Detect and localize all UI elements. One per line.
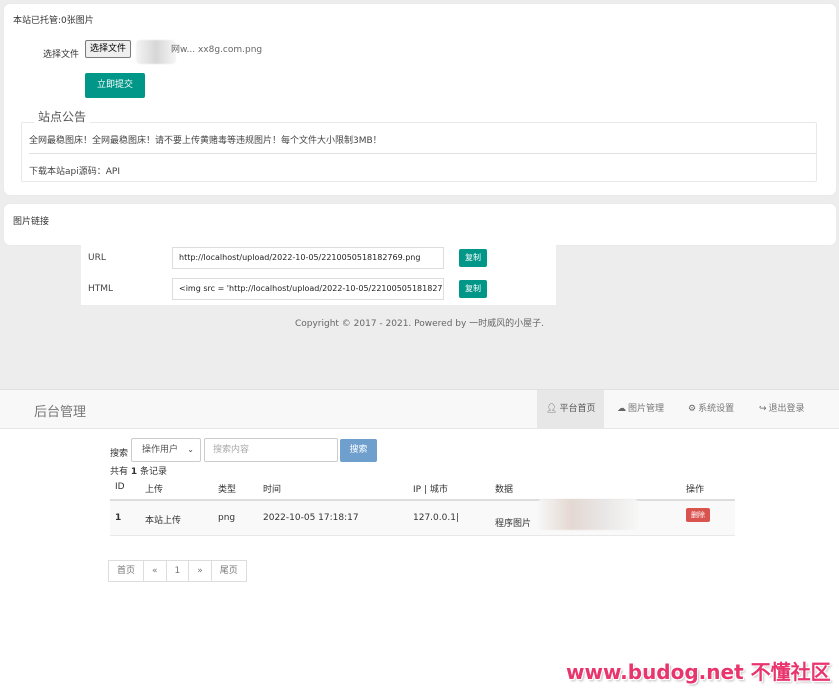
user-icon: 👤︎ bbox=[546, 404, 558, 414]
url-field[interactable]: http://localhost/upload/2022-10-05/22100… bbox=[172, 247, 444, 269]
column-upload: 上传 bbox=[145, 485, 164, 495]
column-ip-city: IP | 城市 bbox=[413, 485, 448, 495]
html-label: HTML bbox=[88, 284, 114, 294]
cell-type: png bbox=[218, 513, 236, 523]
cell-id: 1 bbox=[115, 513, 122, 523]
column-action: 操作 bbox=[686, 485, 705, 495]
notice-title: 站点公告 bbox=[34, 108, 91, 125]
page-first[interactable]: 首页 bbox=[108, 560, 145, 582]
url-label: URL bbox=[88, 253, 106, 263]
nav-platform-home-label: 平台首页 bbox=[559, 404, 596, 414]
page-previous[interactable]: « bbox=[143, 560, 167, 582]
admin-page: 后台管理 👤︎ 平台首页 ☁ 图片管理 ⚙ 系统设置 ↪ 退出登录 搜索 操作用户 ⌄ … bbox=[0, 389, 839, 688]
record-prefix: 共有 bbox=[110, 467, 129, 477]
search-input[interactable]: 搜索内容 bbox=[204, 438, 338, 462]
column-type: 类型 bbox=[218, 485, 237, 495]
submit-button[interactable]: 立即提交 bbox=[85, 73, 145, 98]
notice-box: 全网最稳图床！全网最稳图床！请不要上传黄赌毒等违规图片！每个文件大小限制3MB！… bbox=[21, 122, 817, 182]
image-link-title: 图片链接 bbox=[13, 217, 50, 227]
cell-data: 程序图片 bbox=[495, 519, 532, 529]
logout-icon: ↪ bbox=[759, 404, 767, 414]
copy-html-button[interactable]: 复制 bbox=[459, 280, 487, 298]
upload-card: 本站已托管:0张图片 选择文件 选择文件 网w... xx8g.com.png … bbox=[4, 4, 836, 195]
url-panel: URL http://localhost/upload/2022-10-05/2… bbox=[81, 245, 556, 305]
cloud-icon: ☁ bbox=[617, 404, 626, 414]
cell-time: 2022-10-05 17:18:17 bbox=[263, 513, 359, 523]
watermark-text: www.budog.net 不懂社区 bbox=[566, 660, 831, 684]
file-preview-blur bbox=[136, 40, 176, 64]
chevron-down-icon: ⌄ bbox=[187, 445, 194, 454]
nav-system-settings-label: 系统设置 bbox=[698, 404, 735, 414]
nav-logout-label: 退出登录 bbox=[768, 404, 805, 414]
file-label: 选择文件 bbox=[43, 50, 80, 60]
delete-button[interactable]: 删除 bbox=[686, 508, 710, 522]
admin-navbar: 后台管理 👤︎ 平台首页 ☁ 图片管理 ⚙ 系统设置 ↪ 退出登录 bbox=[0, 390, 839, 429]
column-time: 时间 bbox=[263, 485, 282, 495]
notice-divider bbox=[29, 153, 816, 154]
cell-upload: 本站上传 bbox=[145, 516, 182, 526]
nav-system-settings[interactable]: ⚙ 系统设置 bbox=[688, 390, 734, 428]
record-count: 共有 1 条记录 bbox=[110, 464, 167, 477]
copy-url-button[interactable]: 复制 bbox=[459, 249, 487, 267]
nav-image-management[interactable]: ☁ 图片管理 bbox=[617, 390, 664, 428]
api-download-link[interactable]: 下载本站api源码：API bbox=[29, 164, 120, 177]
nav-platform-home[interactable]: 👤︎ 平台首页 bbox=[537, 390, 605, 428]
html-field[interactable]: <img src = 'http://localhost/upload/2022… bbox=[172, 278, 444, 300]
choose-file-button[interactable]: 选择文件 bbox=[85, 40, 132, 58]
cell-ip-city: 127.0.0.1| bbox=[413, 513, 459, 523]
nav-image-management-label: 图片管理 bbox=[628, 404, 665, 414]
column-data: 数据 bbox=[495, 485, 514, 495]
page-next[interactable]: » bbox=[188, 560, 212, 582]
search-label: 搜索 bbox=[110, 449, 129, 459]
copyright-footer: Copyright © 2017 - 2021. Powered by 一时威风… bbox=[294, 319, 545, 329]
search-button[interactable]: 搜索 bbox=[340, 439, 377, 462]
nav-logout[interactable]: ↪ 退出登录 bbox=[759, 390, 805, 428]
image-preview-blur bbox=[538, 499, 638, 530]
search-type-select[interactable]: 操作用户 ⌄ bbox=[131, 438, 201, 462]
record-suffix: 条记录 bbox=[140, 467, 168, 477]
column-id: ID bbox=[115, 482, 125, 492]
pagination: 首页 « 1 » 尾页 bbox=[108, 560, 247, 582]
gear-icon: ⚙ bbox=[688, 404, 697, 414]
hosted-count-title: 本站已托管:0张图片 bbox=[13, 16, 94, 26]
image-link-card: 图片链接 bbox=[4, 204, 836, 245]
admin-brand[interactable]: 后台管理 bbox=[34, 401, 86, 420]
table-header: ID 上传 类型 时间 IP | 城市 数据 操作 bbox=[110, 479, 735, 501]
page-number[interactable]: 1 bbox=[165, 560, 190, 582]
search-type-value: 操作用户 bbox=[142, 445, 179, 455]
record-number: 1 bbox=[130, 467, 138, 477]
notice-text: 全网最稳图床！全网最稳图床！请不要上传黄赌毒等违规图片！每个文件大小限制3MB！ bbox=[29, 136, 382, 146]
selected-file-name: 网w... xx8g.com.png bbox=[171, 45, 263, 55]
table-row: 1 本站上传 png 2022-10-05 17:18:17 127.0.0.1… bbox=[110, 501, 735, 536]
page-last[interactable]: 尾页 bbox=[210, 560, 247, 582]
